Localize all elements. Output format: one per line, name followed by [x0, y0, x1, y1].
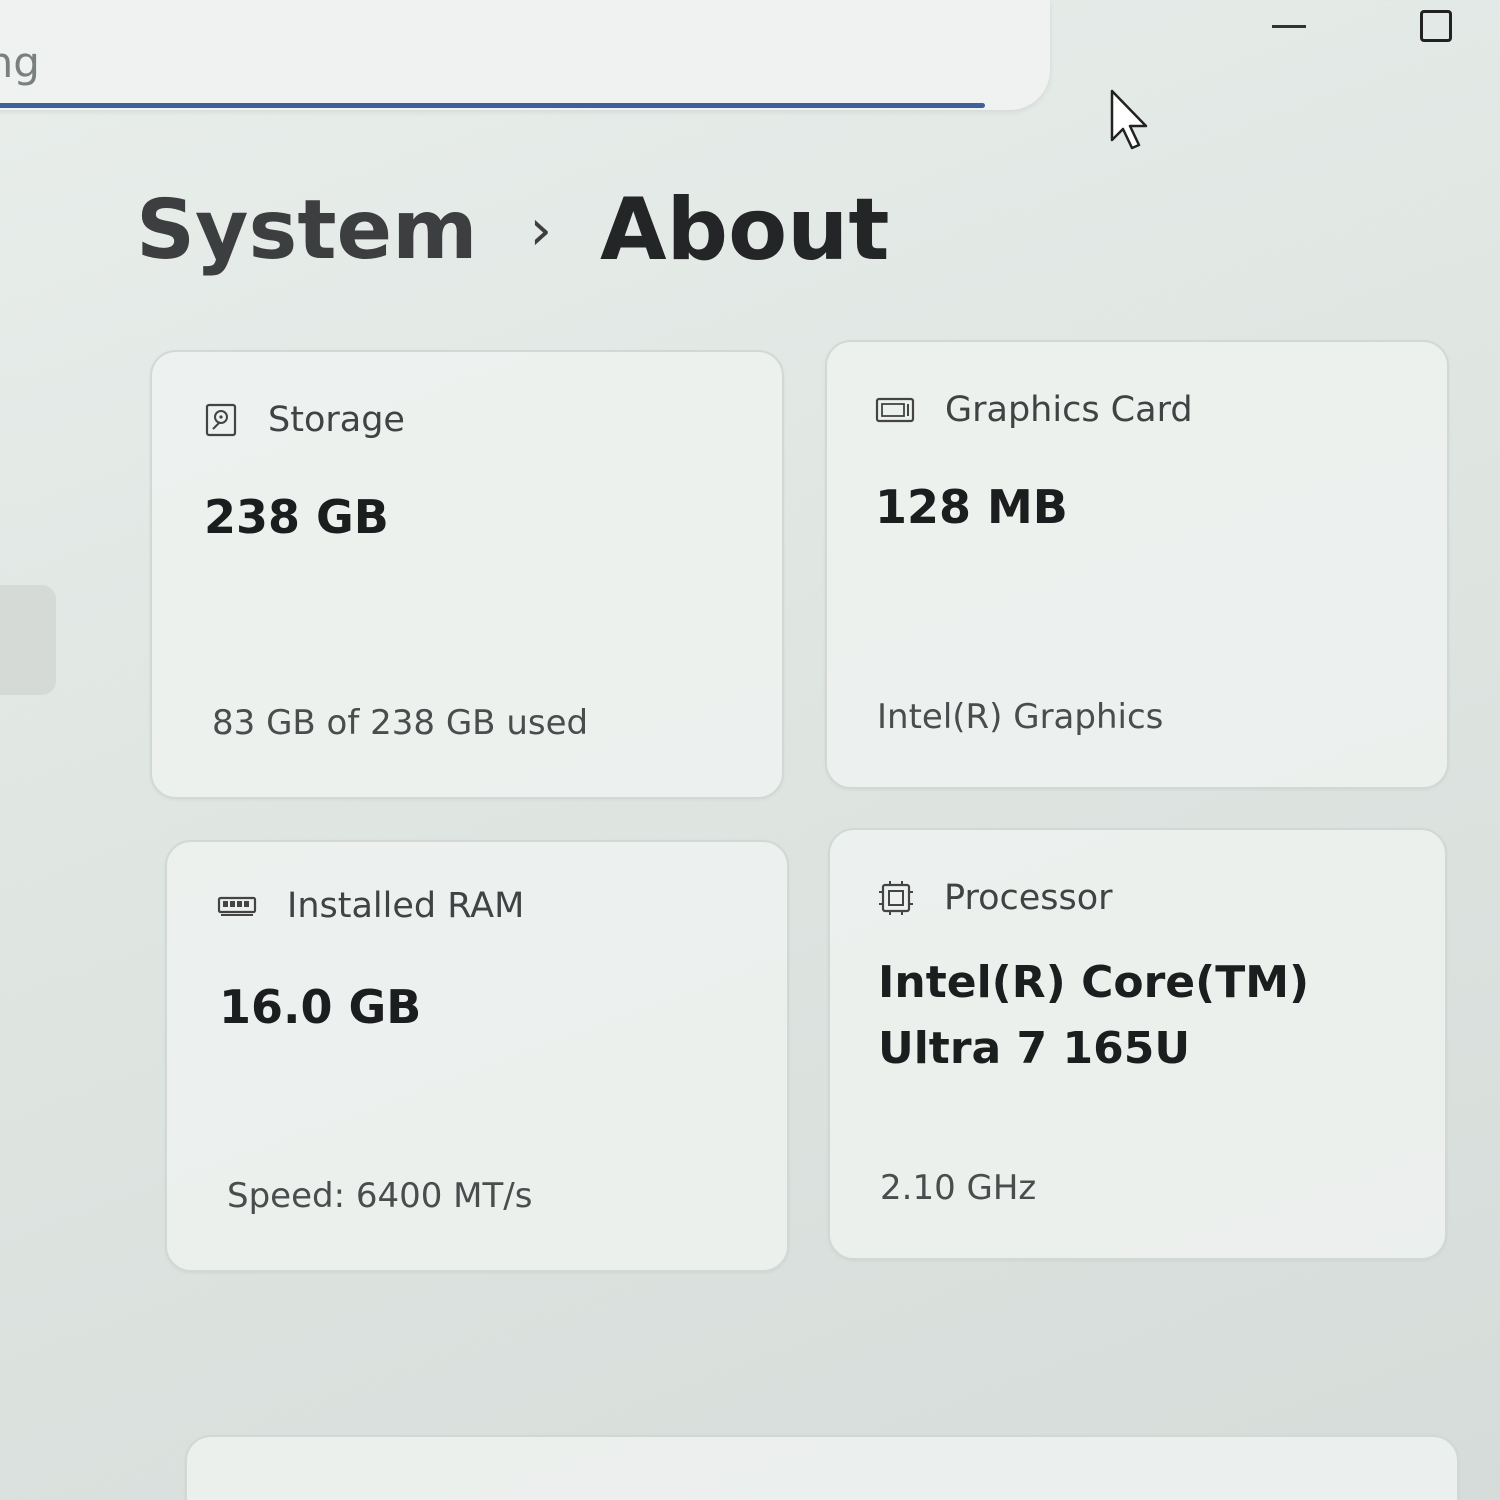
storage-drive-icon — [205, 403, 237, 437]
installed-ram-label: Installed RAM — [287, 886, 525, 926]
search-input-value: tting — [0, 38, 40, 87]
graphics-card-card[interactable]: Graphics Card 128 MB Intel(R) Graphics — [825, 340, 1449, 789]
graphics-card-icon — [875, 397, 915, 423]
installed-ram-header: Installed RAM — [217, 886, 524, 926]
chevron-right-icon: › — [529, 197, 552, 263]
processor-card[interactable]: Processor Intel(R) Core(TM) Ultra 7 165U… — [828, 828, 1447, 1260]
storage-value: 238 GB — [204, 490, 389, 544]
graphics-card-detail: Intel(R) Graphics — [877, 697, 1164, 737]
breadcrumb-system-link[interactable]: System — [136, 183, 478, 278]
search-input[interactable]: tting — [0, 0, 1050, 110]
graphics-card-value: 128 MB — [875, 480, 1068, 534]
processor-chip-icon — [879, 881, 913, 915]
graphics-card-label: Graphics Card — [945, 390, 1193, 430]
page-title: About — [599, 180, 890, 280]
processor-label: Processor — [944, 878, 1113, 918]
graphics-card-header: Graphics Card — [875, 390, 1193, 430]
minimize-icon[interactable] — [1272, 25, 1306, 28]
processor-detail: 2.10 GHz — [880, 1168, 1037, 1208]
installed-ram-detail: Speed: 6400 MT/s — [227, 1176, 533, 1216]
storage-detail: 83 GB of 238 GB used — [212, 703, 589, 743]
storage-label: Storage — [268, 400, 405, 440]
mouse-cursor-icon — [1110, 89, 1148, 150]
installed-ram-value: 16.0 GB — [219, 980, 422, 1034]
processor-value: Intel(R) Core(TM) Ultra 7 165U — [878, 957, 1310, 1074]
search-focus-underline — [0, 103, 985, 108]
storage-card-header: Storage — [204, 400, 405, 440]
storage-card[interactable]: Storage 238 GB 83 GB of 238 GB used — [150, 350, 784, 799]
ram-module-icon — [217, 896, 257, 916]
installed-ram-card[interactable]: Installed RAM 16.0 GB Speed: 6400 MT/s — [165, 840, 789, 1272]
processor-header: Processor — [878, 878, 1113, 918]
breadcrumb: System › About — [136, 180, 890, 280]
nav-edge — [0, 585, 56, 695]
device-specs-card[interactable] — [185, 1435, 1459, 1500]
maximize-icon[interactable] — [1420, 10, 1452, 42]
